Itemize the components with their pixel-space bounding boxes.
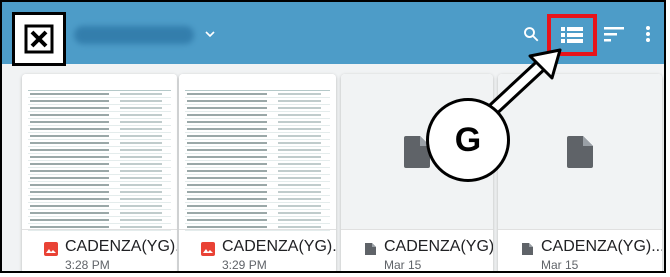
list-view-button[interactable] — [547, 14, 597, 56]
file-thumbnail — [179, 74, 336, 231]
file-date: 3:28 PM — [65, 258, 110, 272]
file-thumbnail — [498, 74, 662, 230]
file-date: 3:29 PM — [222, 258, 267, 272]
search-icon — [524, 27, 539, 42]
file-card[interactable]: CADENZA(YG)... 3:28 PM — [22, 74, 177, 272]
callout-letter: G — [454, 120, 482, 159]
app-bar — [2, 2, 664, 64]
callout-g-circle: G — [426, 98, 510, 182]
file-name: CADENZA(YG)... — [65, 238, 177, 255]
folder-title-redacted[interactable] — [74, 26, 194, 44]
more-vert-icon — [646, 26, 650, 42]
document-file-icon — [365, 243, 376, 255]
search-button[interactable] — [519, 22, 543, 46]
file-name: CADENZA(YG)... — [541, 238, 662, 255]
x-box-icon — [24, 24, 54, 54]
sort-icon — [604, 27, 624, 42]
document-file-icon — [522, 243, 533, 255]
image-file-icon — [44, 242, 58, 256]
file-date: Mar 15 — [384, 258, 422, 272]
more-options-button[interactable] — [636, 22, 660, 46]
chevron-down-icon[interactable] — [202, 26, 218, 42]
spreadsheet-preview — [28, 82, 171, 231]
file-name: CADENZA(YG)... — [222, 238, 336, 255]
file-card[interactable]: CADENZA(YG)... Mar 15 — [498, 74, 662, 272]
file-date: Mar 15 — [541, 258, 579, 272]
file-name: CADENZA(YG)... — [384, 238, 493, 255]
document-icon — [567, 136, 593, 168]
image-file-icon — [201, 242, 215, 256]
file-card[interactable]: CADENZA(YG)... 3:29 PM — [179, 74, 336, 272]
sort-button[interactable] — [602, 22, 626, 46]
list-view-icon — [561, 27, 583, 43]
app-window: CADENZA(YG)... 3:28 PM CADENZA(YG)... 3:… — [0, 0, 666, 273]
x-box-badge — [12, 12, 66, 66]
file-thumbnail — [22, 74, 177, 231]
spreadsheet-preview — [185, 82, 330, 231]
